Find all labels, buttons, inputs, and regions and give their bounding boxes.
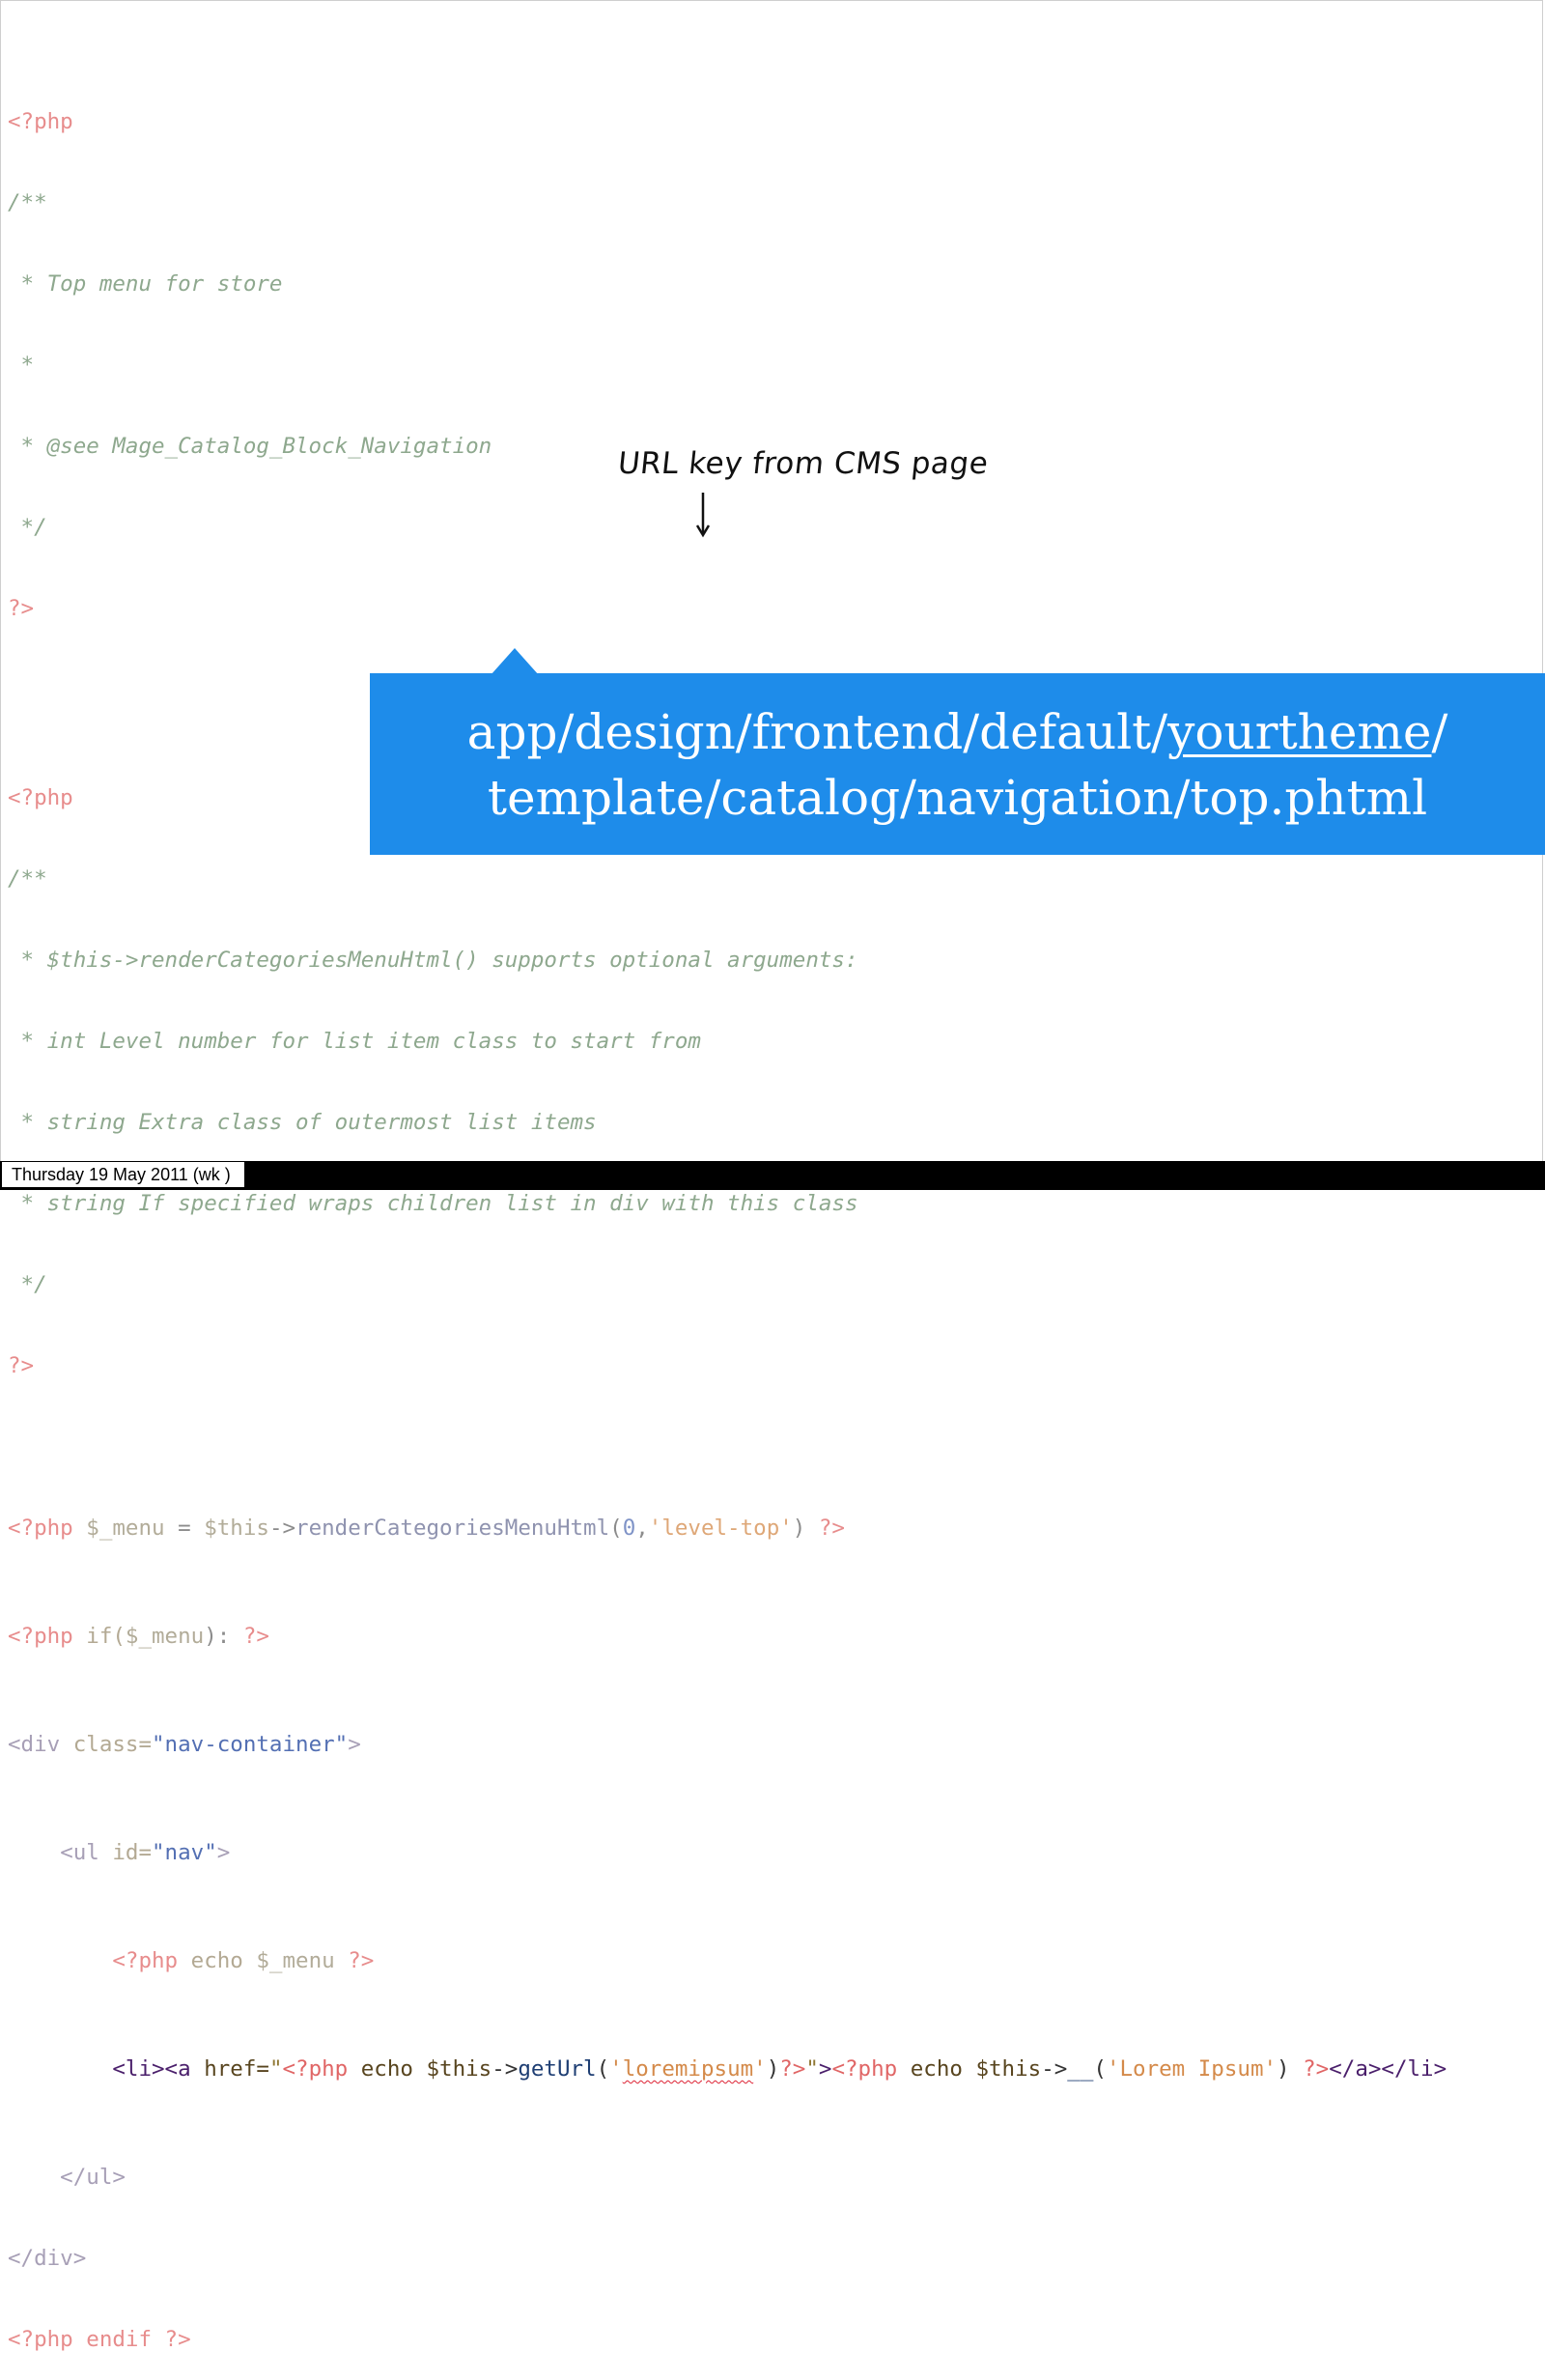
quote: ' <box>609 2056 623 2082</box>
variable: $_menu <box>256 1948 335 1973</box>
code-line: ?> <box>8 596 35 621</box>
file-path-callout: app/design/frontend/default/yourtheme/ t… <box>370 673 1545 855</box>
attribute-value: "nav-container" <box>152 1732 349 1757</box>
theme-name: yourtheme <box>1167 704 1432 760</box>
php-open: <?php <box>8 1624 73 1649</box>
punctuation: ) <box>1277 2056 1290 2082</box>
path-prefix: app/design/frontend/default/ <box>466 704 1168 760</box>
attribute-value: "nav" <box>152 1840 217 1865</box>
html-tag: <li><a <box>112 2056 191 2082</box>
code-line: * $this->renderCategoriesMenuHtml() supp… <box>8 948 858 973</box>
code-line: * string Extra class of outermost list i… <box>8 1110 597 1135</box>
variable: $_menu <box>125 1624 205 1649</box>
code-line: /** <box>8 190 47 215</box>
php-close: ?> <box>334 1948 375 1973</box>
html-tag: > <box>216 1840 231 1865</box>
quote: " <box>268 2056 283 2082</box>
keyword: echo <box>178 1948 257 1973</box>
keyword: if( <box>72 1624 126 1649</box>
callout-pointer <box>491 648 539 675</box>
footer-date: Thursday 19 May 2011 (wk ) <box>2 1162 244 1187</box>
variable: $this <box>426 2056 492 2082</box>
quote: ' <box>753 2056 767 2082</box>
url-key-string: loremipsum <box>622 2056 754 2082</box>
keyword: echo <box>897 2056 976 2082</box>
comment-block-1: <?php /** * Top menu for store * * @see … <box>8 54 1447 676</box>
endif-line: <?php endif ?> <box>8 2327 191 2352</box>
path-separator: / <box>1431 704 1448 760</box>
punctuation: ( <box>1093 2056 1107 2082</box>
echo-menu-line: <?php echo $_menu ?> <box>8 1947 1447 1974</box>
code-line: * <box>8 353 35 378</box>
operator: = <box>164 1516 205 1541</box>
php-open: <?php <box>112 1948 179 1973</box>
operator: -> <box>268 1516 296 1541</box>
php-open: <?php <box>831 2056 898 2082</box>
ul-open-line: <ul id="nav"> <box>8 1839 1447 1866</box>
php-close: ?> <box>242 1624 269 1649</box>
code-line: * string If specified wraps children lis… <box>8 1191 858 1216</box>
punctuation: , <box>635 1516 649 1541</box>
li-link-line: <li><a href="<?php echo $this->getUrl('l… <box>8 2055 1447 2082</box>
php-close: ?> <box>805 1516 845 1541</box>
string: 'Lorem Ipsum' <box>1106 2056 1278 2082</box>
function-name: getUrl <box>518 2056 597 2082</box>
code-listing: <?php /** * Top menu for store * * @see … <box>8 0 1447 2380</box>
html-tag: </a></li> <box>1329 2056 1447 2082</box>
html-tag: > <box>818 2056 832 2082</box>
punctuation: ( <box>596 2056 610 2082</box>
operator: -> <box>1041 2056 1068 2082</box>
div-open-line: <div class="nav-container"> <box>8 1731 1447 1758</box>
ul-close-line: </ul> <box>8 2165 126 2190</box>
code-line: * Top menu for store <box>8 271 283 297</box>
file-path-line-1: app/design/frontend/default/yourtheme/ <box>370 699 1545 765</box>
attribute: id= <box>98 1840 153 1865</box>
quote: " <box>805 2056 819 2082</box>
file-path-line-2: template/catalog/navigation/top.phtml <box>487 770 1428 826</box>
div-close-line: </div> <box>8 2246 87 2271</box>
code-line: */ <box>8 1272 47 1297</box>
function-name: __ <box>1067 2056 1094 2082</box>
code-line: * int Level number for list item class t… <box>8 1029 701 1054</box>
php-open: <?php <box>282 2056 349 2082</box>
keyword: echo <box>348 2056 427 2082</box>
string: 'level-top' <box>648 1516 793 1541</box>
html-tag: > <box>348 1732 361 1757</box>
down-arrow-icon <box>695 493 711 538</box>
punctuation: ): <box>204 1624 243 1649</box>
function-name: renderCategoriesMenuHtml <box>295 1516 610 1541</box>
annotation-label: URL key from CMS page <box>616 446 991 481</box>
html-tag: <div <box>8 1732 61 1757</box>
number: 0 <box>622 1516 636 1541</box>
code-line: ?> <box>8 1353 35 1378</box>
variable: $_menu <box>72 1516 165 1541</box>
html-tag: <ul <box>60 1840 99 1865</box>
punctuation: ) <box>792 1516 806 1541</box>
variable: $this <box>975 2056 1042 2082</box>
punctuation: ) <box>766 2056 780 2082</box>
code-line: /** <box>8 866 47 892</box>
operator: -> <box>492 2056 519 2082</box>
menu-assign-line: <?php $_menu = $this->renderCategoriesMe… <box>8 1515 1447 1542</box>
php-close: ?> <box>1289 2056 1330 2082</box>
php-open: <?php <box>8 1516 73 1541</box>
attribute: href= <box>190 2056 269 2082</box>
attribute: class= <box>60 1732 153 1757</box>
variable: $this <box>204 1516 269 1541</box>
php-close: ?> <box>779 2056 806 2082</box>
punctuation: ( <box>609 1516 623 1541</box>
code-line: <?php <box>8 109 73 134</box>
code-line: */ <box>8 515 47 540</box>
if-line: <?php if($_menu): ?> <box>8 1623 1447 1650</box>
